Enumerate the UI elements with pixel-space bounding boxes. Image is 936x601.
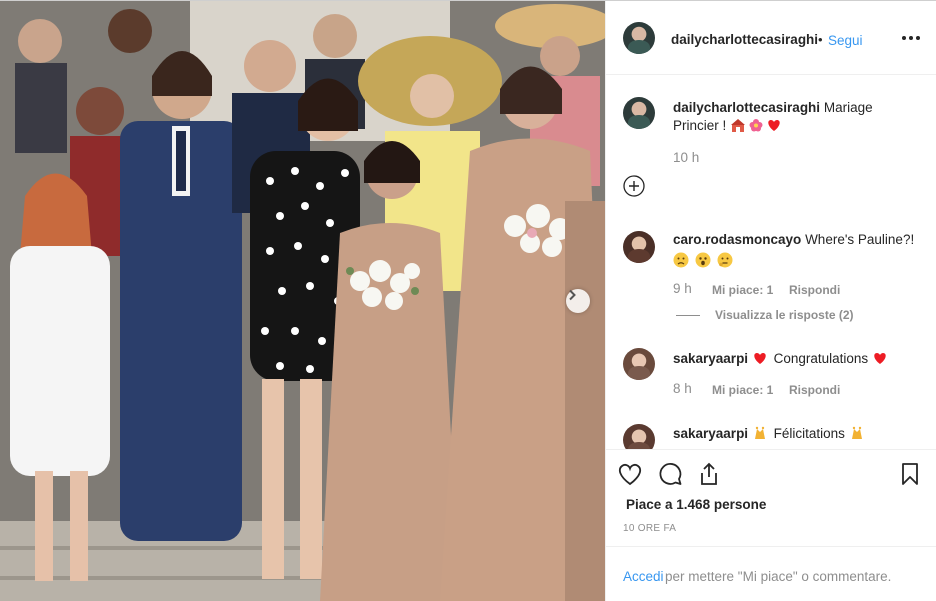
comment-time: 9 h xyxy=(673,281,692,296)
celebrate-emoji-icon xyxy=(851,426,862,439)
heart-emoji-icon xyxy=(768,120,780,131)
heart-emoji-icon xyxy=(874,353,886,364)
caption-body-2: Princier ! xyxy=(673,118,727,133)
caption-avatar[interactable] xyxy=(623,97,655,129)
chevron-right-icon xyxy=(569,289,576,301)
next-photo-button[interactable] xyxy=(566,289,590,313)
separator-dot: • xyxy=(818,32,823,47)
comment-avatar[interactable] xyxy=(623,231,655,263)
caption-time: 10 h xyxy=(673,150,700,165)
view-replies-button[interactable]: Visualizza le risposte (2) xyxy=(715,308,854,322)
follow-button[interactable]: Segui xyxy=(828,33,863,48)
heart-icon[interactable] xyxy=(616,460,644,488)
reply-button[interactable]: Rispondi xyxy=(789,283,840,297)
instagram-post-window: dailycharlottecasiraghi • Segui dailycha… xyxy=(0,0,936,601)
comment-username[interactable]: sakaryaarpi xyxy=(673,426,748,441)
caption-username[interactable]: dailycharlottecasiraghi xyxy=(673,100,820,115)
post-actions: Piace a 1.468 persone 10 ORE FA Accedi p… xyxy=(606,449,936,599)
celebrate-emoji-icon xyxy=(754,426,765,439)
comment-username[interactable]: sakaryaarpi xyxy=(673,351,748,366)
heart-emoji-icon xyxy=(754,353,766,364)
post-header: dailycharlottecasiraghi • Segui xyxy=(606,1,936,75)
likes-count[interactable]: Piace a 1.468 persone xyxy=(626,497,766,512)
comment-icon[interactable] xyxy=(656,460,684,488)
load-more-icon[interactable] xyxy=(623,175,645,197)
comment-username[interactable]: caro.rodasmoncayo xyxy=(673,232,801,247)
surprised-emoji-icon xyxy=(695,252,711,268)
wedding-photo-illustration xyxy=(0,1,605,601)
reply-button[interactable]: Rispondi xyxy=(789,383,840,397)
replies-divider xyxy=(676,315,700,316)
comment-body: Congratulations xyxy=(773,351,869,366)
share-icon[interactable] xyxy=(695,460,723,488)
thinking-emoji-icon xyxy=(717,252,733,268)
comments-list[interactable]: dailycharlottecasiraghi Mariage Princier… xyxy=(606,75,936,449)
login-prompt: Accedi per mettere "Mi piace" o commenta… xyxy=(606,546,936,600)
comment-likes[interactable]: Mi piace: 1 xyxy=(712,283,773,297)
avatar[interactable] xyxy=(623,22,655,54)
post-timestamp: 10 ORE FA xyxy=(623,523,677,534)
caption-text: dailycharlottecasiraghi Mariage Princier… xyxy=(673,99,923,135)
comment-body: Where's Pauline?! xyxy=(805,232,915,247)
login-prompt-text: per mettere "Mi piace" o commentare. xyxy=(665,569,892,584)
post-details-pane: dailycharlottecasiraghi • Segui dailycha… xyxy=(605,1,936,601)
bookmark-icon[interactable] xyxy=(896,460,924,488)
flower-emoji-icon xyxy=(749,119,763,132)
post-photo[interactable] xyxy=(0,1,605,601)
comment-body: Félicitations xyxy=(773,426,845,441)
post-username[interactable]: dailycharlottecasiraghi xyxy=(671,32,818,47)
comment-text: sakaryaarpi Congratulations xyxy=(673,350,923,368)
worried-emoji-icon xyxy=(673,252,689,268)
more-options-icon[interactable] xyxy=(900,29,922,47)
comment-text: sakaryaarpi Félicitations xyxy=(673,425,923,443)
comment-time: 8 h xyxy=(673,381,692,396)
comment-avatar[interactable] xyxy=(623,424,655,449)
comment-avatar[interactable] xyxy=(623,348,655,380)
comment-likes[interactable]: Mi piace: 1 xyxy=(712,383,773,397)
login-link[interactable]: Accedi xyxy=(623,569,664,584)
house-emoji-icon xyxy=(731,119,746,132)
caption-body: Mariage xyxy=(823,100,873,115)
comment-text: caro.rodasmoncayo Where's Pauline?! xyxy=(673,231,923,270)
